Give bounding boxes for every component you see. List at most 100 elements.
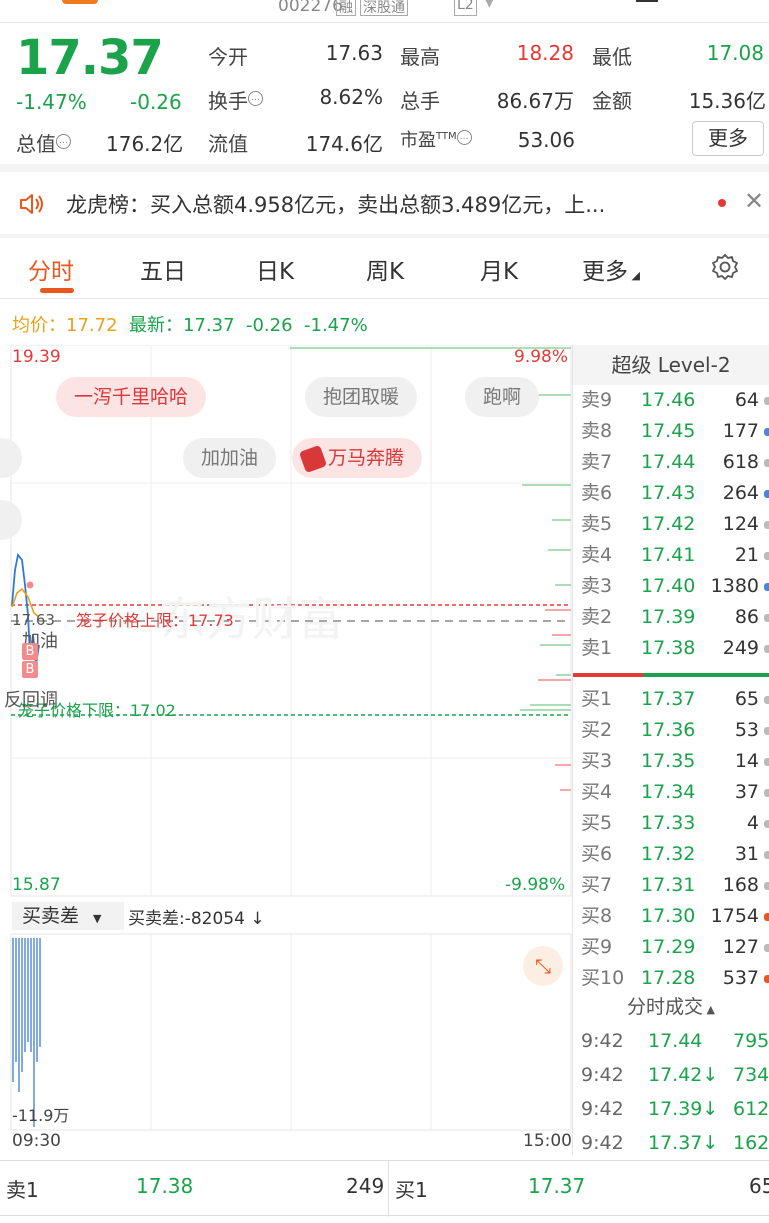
comment-bubble-featured[interactable]: 万马奔腾	[292, 438, 423, 478]
ask-row[interactable]: 卖8 17.45 177	[573, 416, 769, 447]
bid-volume: 14	[734, 750, 759, 772]
comment-bubble[interactable]: 抱团取暖	[305, 377, 418, 417]
ask-price: 17.39	[641, 606, 696, 628]
low-label: 最低	[592, 45, 632, 69]
l2-tag: L2	[454, 0, 477, 16]
current-price: 17.37	[16, 30, 164, 86]
bid-volume: 37	[734, 781, 759, 803]
indicator-value: 买卖差:-82054 ↓	[128, 909, 265, 929]
comment-bubble[interactable]: 跑啊	[465, 377, 540, 417]
ask-row[interactable]: 卖1 17.38 249	[573, 633, 769, 664]
queue-dot	[764, 913, 769, 921]
upper-limit-label: 笼子价格上限：17.73	[76, 611, 234, 630]
ask-level: 卖8	[581, 420, 613, 442]
bid-price: 17.37	[641, 688, 696, 710]
bid-level: 买6	[581, 843, 613, 865]
time-end: 15:00	[523, 1131, 572, 1151]
connect-tag: 深股通	[360, 0, 408, 16]
bid-volume: 127	[722, 936, 759, 958]
comment-bubble[interactable]: 一泻千里哈哈	[56, 377, 207, 417]
bid-volume: 65	[734, 688, 759, 710]
tick-row: 9:42 17.42↓ 734	[581, 1064, 769, 1086]
chevron-down-icon[interactable]: ▼	[484, 0, 495, 10]
bid-row[interactable]: 买9 17.29 127	[573, 932, 769, 963]
close-icon[interactable]: ✕	[744, 187, 764, 215]
intraday-chart[interactable]: 东方财富 19.39 9.98% 15.87 -9.98% 17.63 笼子价格…	[0, 345, 572, 898]
tick-trades[interactable]: 分时成交 ▲ 9:42 17.44 795 9:42 17.42↓ 734 9:42 17…	[573, 990, 769, 1158]
app-logo	[62, 0, 98, 4]
y-max-pct: 9.98%	[514, 347, 569, 367]
bid-row[interactable]: 买6 17.32 31	[573, 839, 769, 870]
ask-row[interactable]: 卖2 17.39 86	[573, 602, 769, 633]
level2-title[interactable]: 超级 Level-2	[573, 345, 769, 385]
bid-row[interactable]: 买2 17.36 53	[573, 715, 769, 746]
pe-value: 53.06	[517, 128, 575, 152]
ask-row[interactable]: 卖9 17.46 64	[573, 385, 769, 416]
ask-row[interactable]: 卖6 17.43 264	[573, 478, 769, 509]
bubble-small: 反回调	[4, 690, 58, 711]
tab-more[interactable]: 更多 ◢	[582, 252, 640, 286]
ask-volume: 21	[734, 544, 759, 566]
time-start: 09:30	[12, 1131, 61, 1151]
indicator-selector[interactable]: 买卖差 ▼	[12, 902, 124, 930]
info-icon: …	[56, 134, 71, 150]
chart-legend: 均价：17.72 最新：17.37 -0.26 -1.47%	[12, 311, 368, 337]
tab-monthly-k[interactable]: 月K	[480, 252, 518, 286]
bsd-min-label: -11.9万	[12, 1106, 70, 1125]
ask-price: 17.44	[641, 451, 696, 473]
change-amount: -0.26	[130, 90, 182, 114]
buy-sell-diff-chart[interactable]: -11.9万	[0, 932, 572, 1152]
ask-volume: 249	[722, 637, 759, 659]
ask-level: 卖1	[581, 637, 613, 659]
mktcap-label[interactable]: 总值…	[16, 128, 71, 157]
y-max-label: 19.39	[12, 347, 61, 367]
bottom-quote-bar: 卖1 17.38 249 买1 17.37 65	[0, 1160, 769, 1217]
bid-volume: 4	[746, 812, 759, 834]
ask-row[interactable]: 卖5 17.42 124	[573, 509, 769, 540]
expand-icon[interactable]: ⤡	[523, 946, 563, 986]
queue-dot	[764, 521, 769, 529]
bid-level: 买2	[581, 719, 613, 741]
ask-level: 卖6	[581, 482, 613, 504]
menu-icon[interactable]	[636, 0, 658, 2]
order-book: 超级 Level-2 卖9 17.46 64 卖8 17.45 177 卖7 17.44 618…	[573, 345, 769, 995]
book-separator-sell	[573, 673, 643, 677]
bottom-bid-vol: 65	[749, 1174, 769, 1198]
queue-dot	[764, 820, 769, 828]
ask-price: 17.42	[641, 513, 696, 535]
buy-marker[interactable]: B	[22, 643, 38, 660]
queue-dot	[764, 944, 769, 952]
queue-dot	[764, 490, 769, 498]
tab-weekly-k[interactable]: 周K	[366, 252, 404, 286]
ask-level: 卖3	[581, 575, 613, 597]
buy-marker[interactable]: B	[22, 661, 38, 678]
bid-level: 买8	[581, 905, 613, 927]
bid-row[interactable]: 买8 17.30 1754	[573, 901, 769, 932]
queue-dot	[764, 975, 769, 983]
info-icon: …	[248, 91, 263, 107]
comment-bubble[interactable]: 加加油	[183, 438, 277, 478]
queue-dot	[764, 727, 769, 735]
bottom-ask-vol: 249	[346, 1174, 385, 1198]
dragon-tiger-notice[interactable]: 龙虎榜：买入总额4.958亿元，卖出总额3.489亿元，上... ✕	[0, 172, 769, 234]
bid-row[interactable]: 买7 17.31 168	[573, 870, 769, 901]
tab-intraday[interactable]: 分时	[28, 252, 74, 286]
bid-row[interactable]: 买5 17.33 4	[573, 808, 769, 839]
bid-price: 17.29	[641, 936, 696, 958]
bid-row[interactable]: 买1 17.37 65	[573, 684, 769, 715]
turnover-label[interactable]: 换手…	[208, 85, 263, 114]
ask-row[interactable]: 卖4 17.41 21	[573, 540, 769, 571]
more-button[interactable]: 更多	[692, 121, 764, 156]
pe-label[interactable]: 市盈TTM…	[400, 126, 472, 152]
tick-trades-title[interactable]: 分时成交 ▲	[573, 990, 769, 1024]
tab-daily-k[interactable]: 日K	[256, 252, 294, 286]
settings-gear-icon[interactable]	[710, 252, 740, 282]
ask-row[interactable]: 卖3 17.40 1380	[573, 571, 769, 602]
tab-5day[interactable]: 五日	[140, 252, 186, 286]
volume-value: 86.67万	[496, 89, 574, 113]
bid-row[interactable]: 买4 17.34 37	[573, 777, 769, 808]
bid-row[interactable]: 买3 17.35 14	[573, 746, 769, 777]
firecracker-icon	[298, 444, 328, 473]
ask-row[interactable]: 卖7 17.44 618	[573, 447, 769, 478]
ask-volume: 618	[722, 451, 759, 473]
